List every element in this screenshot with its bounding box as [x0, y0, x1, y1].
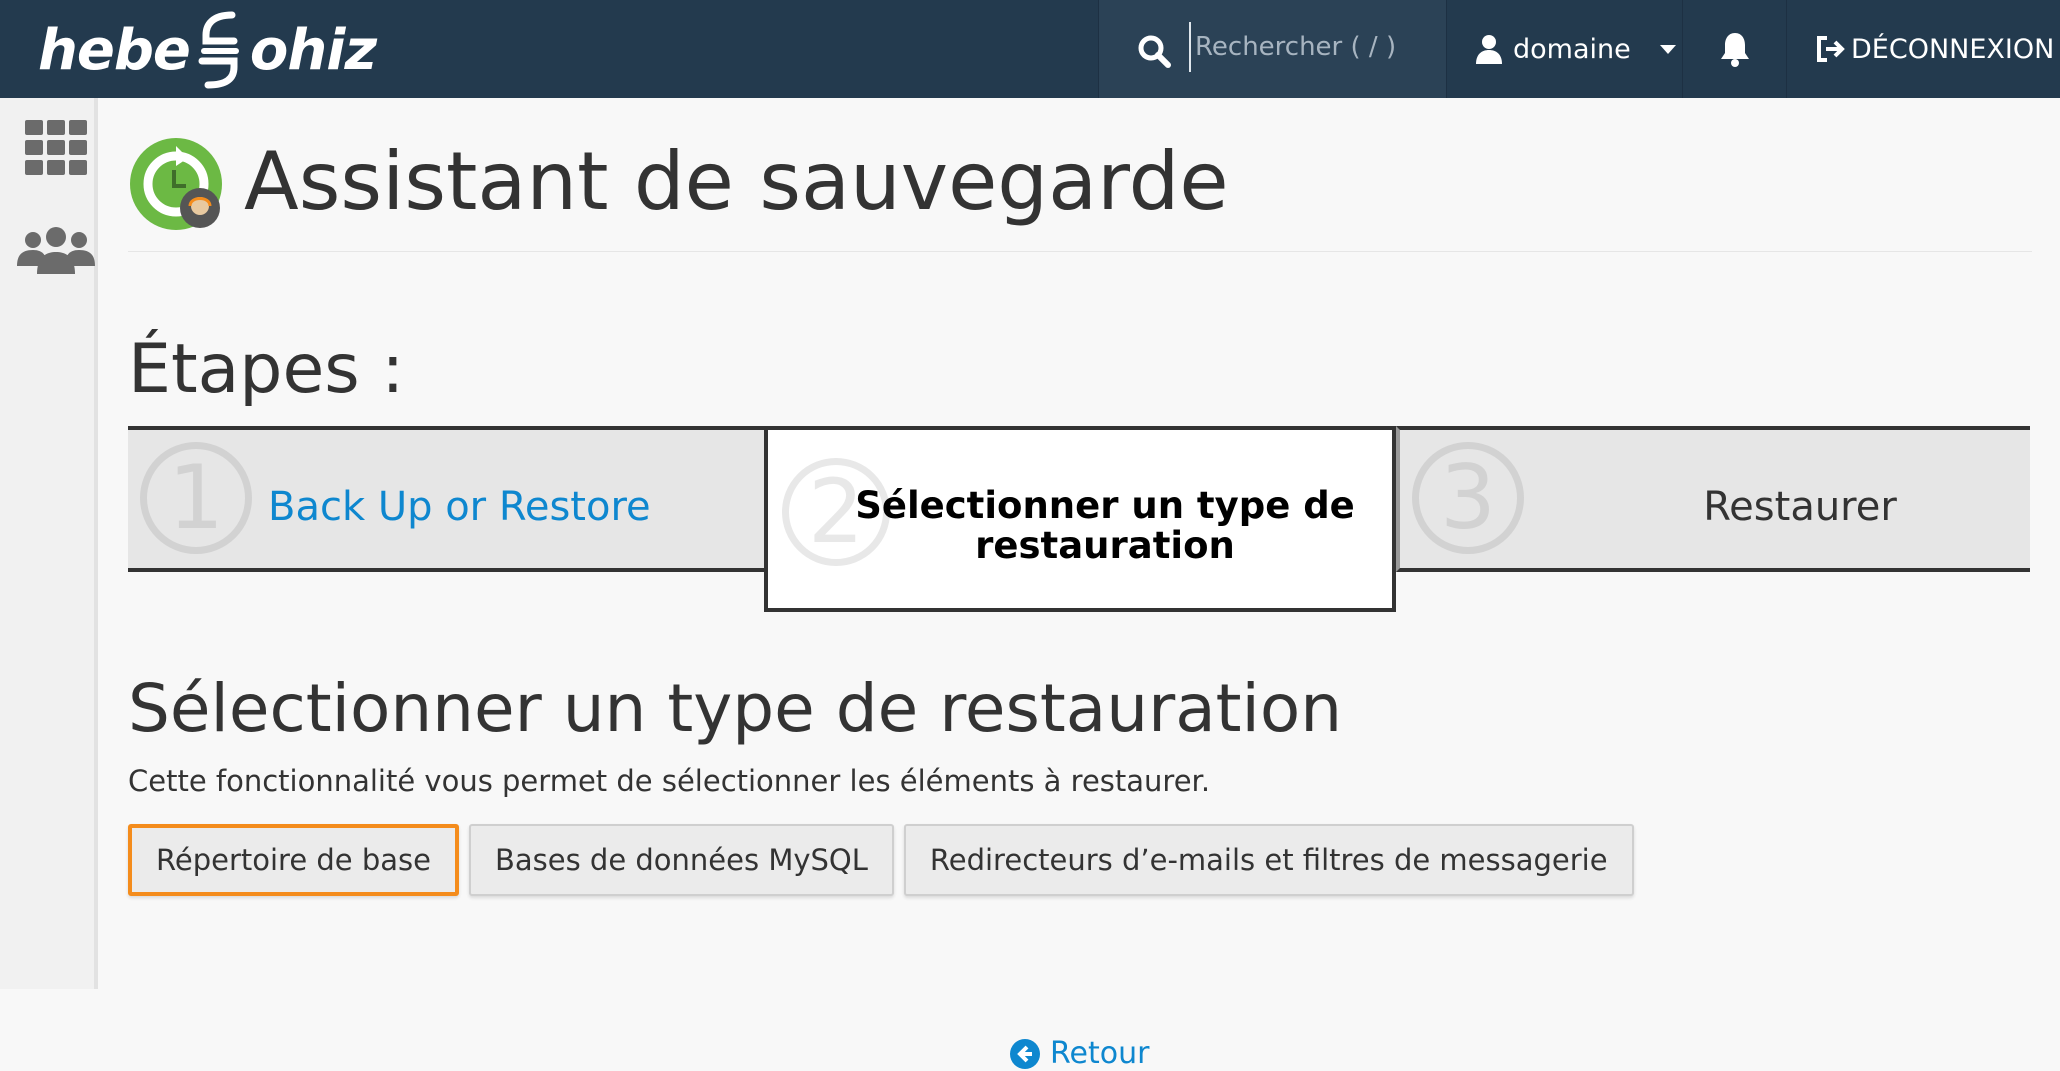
logout-label: DÉCONNEXION [1851, 33, 2055, 65]
search-input[interactable] [1189, 22, 1429, 72]
arrow-left-circle-icon [1010, 1038, 1040, 1069]
section-title: Sélectionner un type de restauration [128, 670, 1343, 747]
notifications-button[interactable] [1682, 0, 1786, 98]
user-menu[interactable]: domaine [1446, 0, 1682, 98]
step-2-current: 2 Sélectionner un type de restauration [764, 426, 1396, 612]
step-number: 1 [140, 442, 252, 554]
restore-type-buttons: Répertoire de base Bases de données MySQ… [128, 824, 1634, 896]
step-3-label: Restaurer [1703, 484, 1897, 530]
left-sidebar [0, 98, 98, 989]
step-number: 3 [1412, 442, 1524, 554]
search-box [1098, 0, 1446, 98]
main-content: Assistant de sauvegarde Étapes : 1 Back … [128, 98, 2032, 1071]
step-1: 1 Back Up or Restore [128, 426, 764, 572]
section-description: Cette fonctionnalité vous permet de séle… [128, 764, 1211, 798]
logo-text-left: hebe [38, 17, 191, 83]
step-2-label: Sélectionner un type de restauration [855, 484, 1355, 567]
bell-icon [1720, 33, 1749, 67]
chevron-down-icon [1659, 45, 1676, 54]
page-header: Assistant de sauvegarde [128, 98, 2032, 252]
email-forwarders-filters-button[interactable]: Redirecteurs d’e-mails et filtres de mes… [903, 824, 1634, 896]
wizard-steps: 1 Back Up or Restore 2 Sélectionner un t… [128, 426, 2030, 612]
logo-mark-icon [198, 11, 239, 89]
users-icon[interactable] [17, 226, 95, 274]
brand-logo[interactable]: hebe ohiz [38, 10, 377, 90]
mysql-databases-button[interactable]: Bases de données MySQL [468, 824, 894, 896]
user-icon [1476, 35, 1502, 64]
back-link[interactable]: Retour [1010, 1036, 1149, 1071]
user-name: domaine [1513, 33, 1631, 65]
backup-wizard-icon [130, 138, 222, 230]
search-icon[interactable] [1137, 34, 1171, 68]
step-3: 3 Restaurer [1396, 426, 2030, 572]
logo-text-right: ohiz [249, 17, 377, 83]
logout-icon [1817, 36, 1845, 62]
page-title: Assistant de sauvegarde [244, 135, 1229, 228]
back-label: Retour [1050, 1036, 1150, 1071]
top-bar: hebe ohiz domaine [0, 0, 2060, 98]
step-1-link[interactable]: Back Up or Restore [268, 484, 651, 530]
steps-heading: Étapes : [128, 330, 405, 409]
logout-button[interactable]: DÉCONNEXION [1786, 0, 2060, 98]
grid-icon[interactable] [25, 120, 87, 176]
home-directory-button[interactable]: Répertoire de base [128, 824, 459, 896]
